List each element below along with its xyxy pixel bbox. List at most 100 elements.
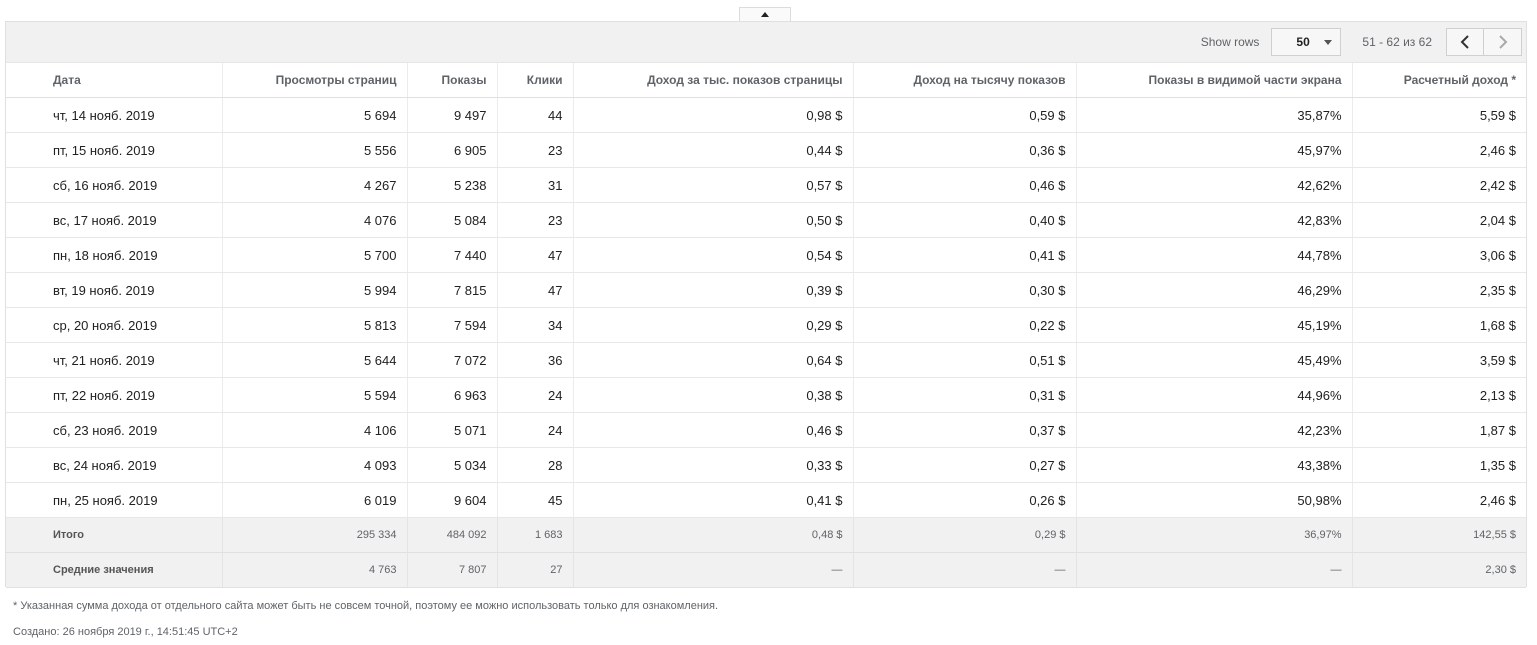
cell-estimated-earnings: 2,46 $ — [1351, 482, 1526, 518]
cell-impressions: 7 072 — [406, 342, 497, 378]
cell-date: пт, 15 нояб. 2019 — [6, 132, 222, 168]
cell-estimated-earnings: 2,13 $ — [1351, 377, 1526, 413]
cell-date: вт, 19 нояб. 2019 — [6, 272, 222, 308]
cell-viewability: 46,29% — [1075, 272, 1352, 308]
table-row: пт, 22 нояб. 2019 5 594 6 963 24 0,38 $0,31 … — [6, 377, 1526, 413]
cell-impression-rpm: 0,40 $ — [852, 202, 1076, 238]
cell-pageviews: 5 694 — [221, 97, 407, 133]
cell-clicks: 28 — [496, 447, 573, 483]
cell-clicks: 24 — [496, 412, 573, 448]
column-header-estimated-earnings[interactable]: Расчетный доход * — [1351, 62, 1526, 98]
cell-impressions: 5 071 — [406, 412, 497, 448]
cell-pageviews: 5 556 — [221, 132, 407, 168]
cell-impressions: 6 963 — [406, 377, 497, 413]
cell-estimated-earnings: 142,55 $ — [1351, 517, 1526, 553]
chevron-right-icon — [1498, 35, 1507, 49]
cell-viewability: 43,38% — [1075, 447, 1352, 483]
cell-impression-rpm: 0,41 $ — [852, 237, 1076, 273]
cell-impressions: 7 807 — [406, 552, 497, 588]
cell-impression-rpm: 0,59 $ — [852, 97, 1076, 133]
cell-clicks: 27 — [496, 552, 573, 588]
cell-impressions: 7 440 — [406, 237, 497, 273]
cell-viewability: 42,62% — [1075, 167, 1352, 203]
cell-page-rpm: 0,39 $ — [572, 272, 853, 308]
table-row: пт, 15 нояб. 2019 5 556 6 905 23 0,44 $0,36 … — [6, 132, 1526, 168]
cell-page-rpm: 0,54 $ — [572, 237, 853, 273]
report-table: Дата Просмотры страниц Показы Клики Дохо… — [6, 62, 1526, 588]
cell-pageviews: 4 076 — [221, 202, 407, 238]
column-header-clicks[interactable]: Клики — [496, 62, 573, 98]
column-header-page-rpm[interactable]: Доход за тыс. показов страницы — [572, 62, 853, 98]
cell-estimated-earnings: 3,06 $ — [1351, 237, 1526, 273]
cell-impression-rpm: 0,26 $ — [852, 482, 1076, 518]
cell-date: Итого — [6, 517, 222, 553]
chevron-left-icon — [1460, 35, 1469, 49]
cell-impressions: 6 905 — [406, 132, 497, 168]
cell-clicks: 45 — [496, 482, 573, 518]
rows-per-page-value: 50 — [1296, 35, 1310, 49]
cell-impression-rpm: 0,46 $ — [852, 167, 1076, 203]
previous-page-button[interactable] — [1446, 28, 1484, 56]
cell-date: ср, 20 нояб. 2019 — [6, 307, 222, 343]
cell-date: чт, 14 нояб. 2019 — [6, 97, 222, 133]
totals-row: Итого 295 334 484 092 1 683 0,48 $0,29 $36,9… — [6, 517, 1526, 553]
table-row: пн, 18 нояб. 2019 5 700 7 440 47 0,54 $0,41 … — [6, 237, 1526, 273]
triangle-down-icon — [1324, 39, 1333, 45]
cell-viewability: 45,19% — [1075, 307, 1352, 343]
cell-pageviews: 4 267 — [221, 167, 407, 203]
cell-impression-rpm: 0,29 $ — [852, 517, 1076, 553]
table-row: вт, 19 нояб. 2019 5 994 7 815 47 0,39 $0,30 … — [6, 272, 1526, 308]
column-header-impressions[interactable]: Показы — [406, 62, 497, 98]
caret-up-icon — [761, 12, 769, 17]
cell-viewability: — — [1075, 552, 1352, 588]
cell-date: вс, 24 нояб. 2019 — [6, 447, 222, 483]
rows-per-page-select[interactable]: 50 — [1271, 28, 1342, 56]
cell-clicks: 36 — [496, 342, 573, 378]
cell-clicks: 44 — [496, 97, 573, 133]
cell-pageviews: 4 093 — [221, 447, 407, 483]
cell-estimated-earnings: 2,04 $ — [1351, 202, 1526, 238]
cell-page-rpm: — — [572, 552, 853, 588]
column-header-pageviews[interactable]: Просмотры страниц — [221, 62, 407, 98]
cell-date: пн, 25 нояб. 2019 — [6, 482, 222, 518]
table-row: вс, 24 нояб. 2019 4 093 5 034 28 0,33 $0,27 … — [6, 447, 1526, 483]
cell-viewability: 42,83% — [1075, 202, 1352, 238]
cell-viewability: 45,49% — [1075, 342, 1352, 378]
column-header-date[interactable]: Дата — [6, 62, 222, 98]
cell-clicks: 31 — [496, 167, 573, 203]
next-page-button[interactable] — [1484, 28, 1522, 56]
cell-page-rpm: 0,46 $ — [572, 412, 853, 448]
cell-viewability: 44,96% — [1075, 377, 1352, 413]
cell-viewability: 35,87% — [1075, 97, 1352, 133]
collapse-toggle-button[interactable] — [739, 7, 791, 21]
table-body: чт, 14 нояб. 2019 5 694 9 497 44 0,98 $0,59 … — [6, 97, 1526, 588]
cell-pageviews: 295 334 — [221, 517, 407, 553]
cell-clicks: 47 — [496, 237, 573, 273]
cell-pageviews: 5 594 — [221, 377, 407, 413]
cell-impression-rpm: 0,31 $ — [852, 377, 1076, 413]
table-row: сб, 16 нояб. 2019 4 267 5 238 31 0,57 $0,46 … — [6, 167, 1526, 203]
cell-estimated-earnings: 3,59 $ — [1351, 342, 1526, 378]
cell-page-rpm: 0,33 $ — [572, 447, 853, 483]
table-row: чт, 14 нояб. 2019 5 694 9 497 44 0,98 $0,59 … — [6, 97, 1526, 133]
cell-impression-rpm: 0,37 $ — [852, 412, 1076, 448]
cell-viewability: 50,98% — [1075, 482, 1352, 518]
cell-impressions: 5 084 — [406, 202, 497, 238]
cell-pageviews: 5 813 — [221, 307, 407, 343]
cell-page-rpm: 0,57 $ — [572, 167, 853, 203]
column-header-viewability[interactable]: Показы в видимой части экрана — [1075, 62, 1352, 98]
earnings-footnote: * Указанная сумма дохода от отдельного с… — [13, 600, 719, 612]
cell-estimated-earnings: 1,87 $ — [1351, 412, 1526, 448]
cell-pageviews: 4 763 — [221, 552, 407, 588]
cell-pageviews: 6 019 — [221, 482, 407, 518]
cell-page-rpm: 0,44 $ — [572, 132, 853, 168]
cell-impressions: 5 034 — [406, 447, 497, 483]
cell-viewability: 42,23% — [1075, 412, 1352, 448]
cell-estimated-earnings: 1,68 $ — [1351, 307, 1526, 343]
cell-estimated-earnings: 1,35 $ — [1351, 447, 1526, 483]
cell-impression-rpm: 0,27 $ — [852, 447, 1076, 483]
cell-estimated-earnings: 2,30 $ — [1351, 552, 1526, 588]
cell-date: вс, 17 нояб. 2019 — [6, 202, 222, 238]
cell-impressions: 7 594 — [406, 307, 497, 343]
column-header-impression-rpm[interactable]: Доход на тысячу показов — [852, 62, 1076, 98]
